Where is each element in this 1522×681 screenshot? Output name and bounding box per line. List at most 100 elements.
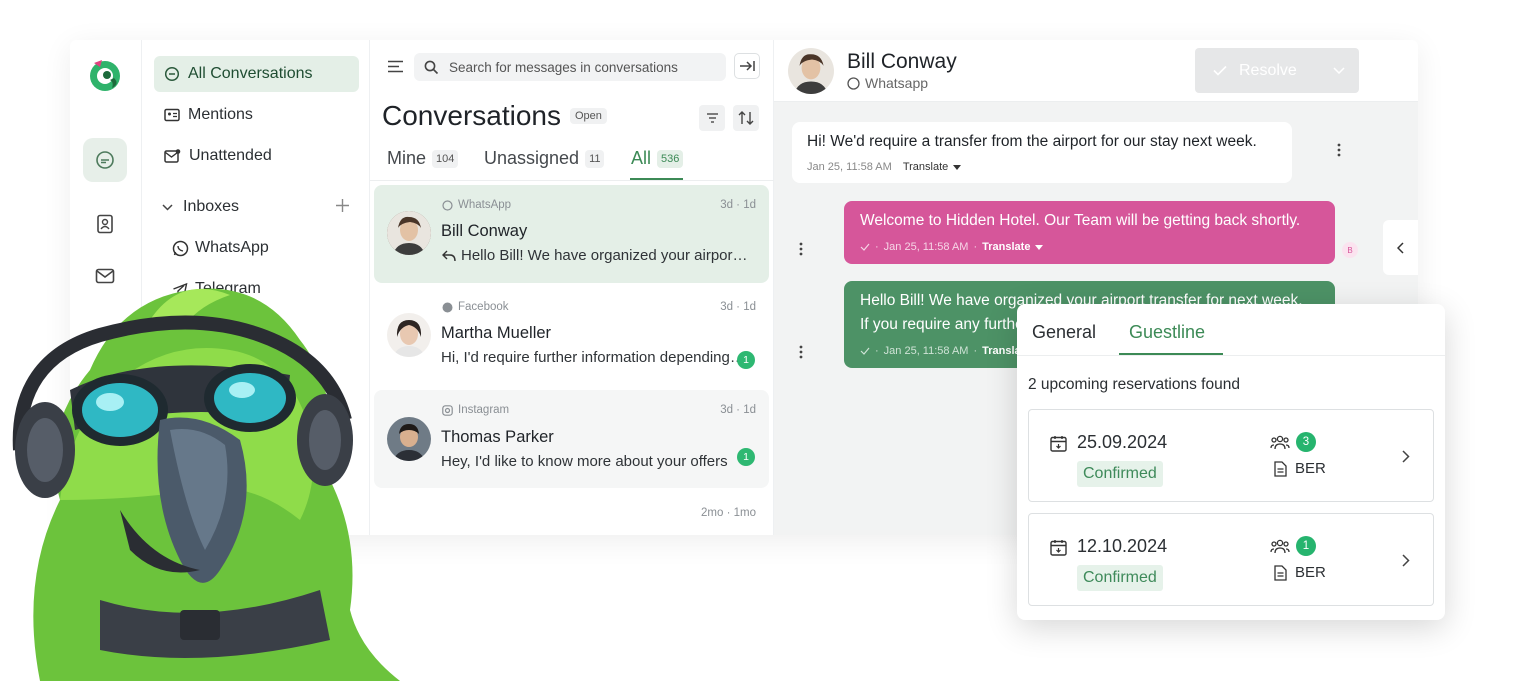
divider: [1017, 355, 1445, 356]
reservation-date: 12.10.2024: [1077, 536, 1168, 556]
last-message: Hey, I'd like to know more about your of…: [441, 453, 728, 470]
source-label: Facebook: [458, 301, 509, 313]
status-badge[interactable]: Open: [570, 108, 607, 124]
tab-general[interactable]: General: [1032, 322, 1096, 343]
guest-count-badge: 3: [1296, 432, 1316, 452]
chat-header: Bill Conway Whatsapp Resolve: [774, 40, 1418, 102]
more-options-icon[interactable]: [799, 242, 803, 256]
tab-all[interactable]: All 536: [631, 148, 684, 169]
check-icon: [860, 243, 870, 251]
reservation-card[interactable]: 25.09.2024 Confirmed 3 BER: [1028, 409, 1434, 502]
tab-count: 104: [432, 149, 459, 168]
last-message: Hello Bill! We have organized your airpo…: [461, 247, 748, 264]
conversation-item[interactable]: Facebook 3d · 1d Martha Mueller Hi, I'd …: [374, 289, 769, 385]
tab-mine[interactable]: Mine 104: [387, 148, 459, 169]
more-options-icon[interactable]: [799, 345, 803, 359]
conversation-item[interactable]: 2mo · 1mo: [374, 495, 769, 535]
check-icon: [860, 347, 870, 355]
message-meta: Jan 25, 11:58 AM Translate: [807, 155, 1277, 179]
message-timestamp: Jan 25, 11:58 AM: [883, 345, 969, 357]
more-options-icon[interactable]: [1337, 143, 1341, 157]
resolve-button[interactable]: Resolve: [1195, 48, 1359, 93]
check-icon: [1213, 65, 1227, 76]
conversation-source: WhatsApp: [442, 199, 511, 211]
conversation-item[interactable]: WhatsApp 3d · 1d Bill Conway Hello Bill!…: [374, 185, 769, 283]
inbox-item-whatsapp[interactable]: WhatsApp: [172, 239, 269, 257]
tab-count: 11: [585, 149, 605, 168]
parrot-logo-icon: [84, 54, 124, 94]
reservation-card[interactable]: 12.10.2024 Confirmed 1 BER: [1028, 513, 1434, 606]
search-placeholder: Search for messages in conversations: [449, 59, 678, 75]
message-text: Welcome to Hidden Hotel. Our Team will b…: [860, 212, 1301, 229]
chevron-right-icon[interactable]: [1402, 554, 1410, 567]
conversation-time: 3d · 1d: [720, 404, 756, 416]
caret-down-icon[interactable]: [953, 164, 962, 170]
sort-icon[interactable]: [733, 105, 759, 131]
chevron-down-icon: [162, 203, 173, 211]
expand-sidebar-button[interactable]: [1383, 220, 1418, 275]
message-timestamp: Jan 25, 11:58 AM: [807, 161, 892, 173]
chevron-left-icon: [1397, 241, 1404, 254]
chat-bubble-icon: [164, 66, 180, 82]
reservation-status-badge: Confirmed: [1077, 565, 1163, 591]
message-timestamp: Jan 25, 11:58 AM: [883, 241, 969, 253]
collapse-panel-icon[interactable]: [734, 53, 760, 79]
contact-channel: Whatsapp: [847, 75, 928, 91]
contact-name: Martha Mueller: [441, 324, 552, 342]
source-label: Instagram: [458, 404, 510, 416]
property-code: BER: [1295, 460, 1326, 477]
divider: [370, 180, 774, 181]
guest-count-badge: 1: [1296, 536, 1316, 556]
avatar: [788, 48, 834, 94]
calendar-icon: [1050, 539, 1067, 556]
nav-item-unattended[interactable]: Unattended: [154, 138, 359, 174]
tab-label: Mine: [387, 148, 427, 168]
parrot-mascot-illustration: [0, 280, 420, 681]
chevron-down-icon: [1333, 67, 1345, 74]
chevron-right-icon[interactable]: [1402, 450, 1410, 463]
tab-guestline[interactable]: Guestline: [1129, 322, 1205, 343]
search-input[interactable]: Search for messages in conversations: [414, 53, 726, 81]
bot-avatar-badge: B: [1342, 242, 1358, 258]
contact-name: Thomas Parker: [441, 428, 554, 446]
reservation-status-badge: Confirmed: [1077, 461, 1163, 487]
nav-item-all-conversations[interactable]: All Conversations: [154, 56, 359, 92]
message-text: Hi! We'd require a transfer from the air…: [807, 133, 1257, 150]
contacts-icon[interactable]: [83, 202, 127, 246]
tab-unassigned[interactable]: Unassigned 11: [484, 148, 605, 169]
filter-icon[interactable]: [699, 105, 725, 131]
reservation-date: 25.09.2024: [1077, 432, 1168, 452]
reply-icon: [442, 250, 456, 262]
conversation-time: 3d · 1d: [720, 301, 756, 313]
conversation-time: 3d · 1d: [720, 199, 756, 211]
conversation-time: 2mo · 1mo: [701, 507, 756, 519]
calendar-icon: [1050, 435, 1067, 452]
caret-down-icon[interactable]: [1035, 244, 1044, 250]
translate-button[interactable]: Translate: [982, 235, 1030, 259]
property-icon: [1274, 565, 1287, 581]
channel-label: Whatsapp: [865, 75, 929, 91]
facebook-icon: [442, 302, 453, 312]
conversation-source: Facebook: [442, 301, 509, 313]
conversations-icon[interactable]: [83, 138, 127, 182]
inboxes-section-header[interactable]: Inboxes: [162, 198, 239, 216]
incoming-message: Hi! We'd require a transfer from the air…: [792, 122, 1292, 183]
nav-label: Unattended: [189, 147, 272, 164]
conversation-item[interactable]: Instagram 3d · 1d Thomas Parker Hey, I'd…: [374, 390, 769, 488]
source-label: WhatsApp: [458, 199, 512, 211]
guests-icon: [1270, 538, 1290, 554]
translate-button[interactable]: Translate: [903, 155, 948, 179]
add-inbox-icon[interactable]: [335, 198, 350, 213]
tab-label: Unassigned: [484, 148, 580, 168]
reservation-summary: 2 upcoming reservations found: [1028, 376, 1240, 393]
instagram-icon: [442, 404, 453, 416]
tab-label: All: [631, 148, 652, 168]
nav-item-mentions[interactable]: Mentions: [154, 97, 359, 133]
message-meta: · Jan 25, 11:58 AM · Translate: [860, 235, 1319, 259]
menu-toggle-icon[interactable]: [387, 60, 404, 73]
id-card-icon: [164, 108, 180, 122]
unread-count-badge: 1: [737, 351, 755, 369]
property-icon: [1274, 461, 1287, 477]
search-icon: [424, 60, 439, 74]
inbox-label: WhatsApp: [195, 239, 269, 256]
